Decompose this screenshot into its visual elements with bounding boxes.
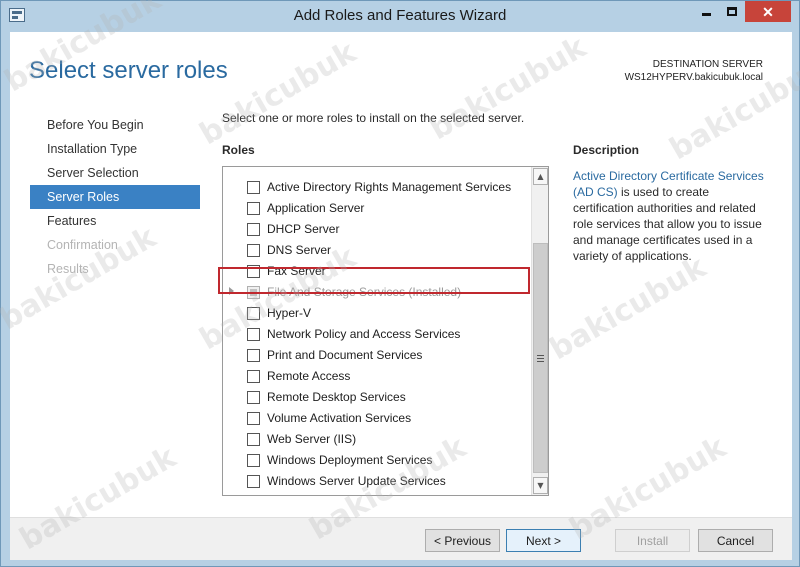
role-item-application-server[interactable]: Application Server xyxy=(223,198,530,219)
close-icon: ✕ xyxy=(762,3,774,20)
hyper-v-highlight-box xyxy=(218,267,530,294)
role-checkbox[interactable] xyxy=(247,181,260,194)
role-label: DNS Server xyxy=(267,243,332,257)
role-checkbox[interactable] xyxy=(247,307,260,320)
role-item-hyper-v[interactable]: Hyper-V xyxy=(223,303,530,324)
nav-item-before-you-begin[interactable]: Before You Begin xyxy=(30,113,200,137)
role-item-web-server[interactable]: Web Server (IIS) xyxy=(223,429,530,450)
destination-label: DESTINATION SERVER xyxy=(652,59,763,70)
description-text: Active Directory Certificate Services (A… xyxy=(573,168,773,264)
close-button[interactable]: ✕ xyxy=(745,1,791,22)
role-checkbox[interactable] xyxy=(247,412,260,425)
roles-list: Active Directory Rights Management Servi… xyxy=(223,177,530,492)
role-checkbox[interactable] xyxy=(247,475,260,488)
nav-item-confirmation: Confirmation xyxy=(47,238,118,252)
page-title: Select server roles xyxy=(29,57,228,84)
nav-item-results: Results xyxy=(47,262,89,276)
role-label: Windows Deployment Services xyxy=(267,453,433,467)
role-checkbox[interactable] xyxy=(247,454,260,467)
roles-scrollbar[interactable]: ▲ ▼ xyxy=(531,167,548,495)
role-label: Windows Server Update Services xyxy=(267,474,446,488)
role-label: Remote Access xyxy=(267,369,351,383)
maximize-button[interactable] xyxy=(719,1,745,22)
scroll-thumb[interactable] xyxy=(533,243,548,473)
role-label: Remote Desktop Services xyxy=(267,390,406,404)
role-checkbox[interactable] xyxy=(247,370,260,383)
nav-item-installation-type[interactable]: Installation Type xyxy=(30,137,200,161)
role-label: Hyper-V xyxy=(267,306,312,320)
window-controls: ✕ xyxy=(693,1,791,22)
role-checkbox[interactable] xyxy=(247,328,260,341)
role-item-print-document[interactable]: Print and Document Services xyxy=(223,345,530,366)
minimize-button[interactable] xyxy=(693,1,719,22)
role-label: Print and Document Services xyxy=(267,348,423,362)
roles-list-box: Active Directory Rights Management Servi… xyxy=(222,166,549,496)
role-item-dhcp-server[interactable]: DHCP Server xyxy=(223,219,530,240)
role-label: Active Directory Rights Management Servi… xyxy=(267,180,512,194)
grip-icon xyxy=(537,354,544,362)
wizard-window: Add Roles and Features Wizard ✕ Select s… xyxy=(0,0,800,567)
role-label: Web Server (IIS) xyxy=(267,432,357,446)
previous-button[interactable]: < Previous xyxy=(425,529,500,552)
role-item-remote-desktop[interactable]: Remote Desktop Services xyxy=(223,387,530,408)
minimize-icon xyxy=(701,13,711,16)
instruction-text: Select one or more roles to install on t… xyxy=(222,111,525,125)
role-item-dns-server[interactable]: DNS Server xyxy=(223,240,530,261)
cancel-button[interactable]: Cancel xyxy=(698,529,773,552)
nav-item-server-roles[interactable]: Server Roles xyxy=(30,185,200,209)
role-label: Network Policy and Access Services xyxy=(267,327,461,341)
role-item-wsus[interactable]: Windows Server Update Services xyxy=(223,471,530,492)
wizard-nav: Before You Begin Installation Type Serve… xyxy=(30,113,200,281)
wizard-footer: < Previous Next > Install Cancel xyxy=(10,517,792,560)
wizard-content: Select server roles DESTINATION SERVER W… xyxy=(10,32,792,560)
role-checkbox[interactable] xyxy=(247,223,260,236)
role-item-windows-deployment[interactable]: Windows Deployment Services xyxy=(223,450,530,471)
title-bar[interactable]: Add Roles and Features Wizard ✕ xyxy=(1,1,799,31)
role-item-network-policy[interactable]: Network Policy and Access Services xyxy=(223,324,530,345)
role-checkbox[interactable] xyxy=(247,244,260,257)
maximize-icon xyxy=(727,7,737,16)
role-checkbox[interactable] xyxy=(247,433,260,446)
window-title: Add Roles and Features Wizard xyxy=(293,7,507,24)
roles-heading: Roles xyxy=(222,143,255,157)
role-label: Application Server xyxy=(267,201,365,215)
description-heading: Description xyxy=(573,143,640,157)
role-checkbox[interactable] xyxy=(247,202,260,215)
role-item-ad-rms[interactable]: Active Directory Rights Management Servi… xyxy=(223,177,530,198)
scroll-up-arrow-icon[interactable]: ▲ xyxy=(533,168,548,185)
role-label: Volume Activation Services xyxy=(267,411,412,425)
role-item-volume-activation[interactable]: Volume Activation Services xyxy=(223,408,530,429)
install-button: Install xyxy=(615,529,690,552)
destination-server: DESTINATION SERVER WS12HYPERV.bakicubuk.… xyxy=(625,58,763,84)
nav-item-server-selection[interactable]: Server Selection xyxy=(30,161,200,185)
nav-item-features[interactable]: Features xyxy=(30,209,200,233)
destination-server-name: WS12HYPERV.bakicubuk.local xyxy=(624,72,763,83)
role-checkbox[interactable] xyxy=(247,391,260,404)
scroll-down-arrow-icon[interactable]: ▼ xyxy=(533,477,548,494)
next-button[interactable]: Next > xyxy=(506,529,581,552)
role-label: DHCP Server xyxy=(267,222,340,236)
role-item-remote-access[interactable]: Remote Access xyxy=(223,366,530,387)
role-checkbox[interactable] xyxy=(247,349,260,362)
